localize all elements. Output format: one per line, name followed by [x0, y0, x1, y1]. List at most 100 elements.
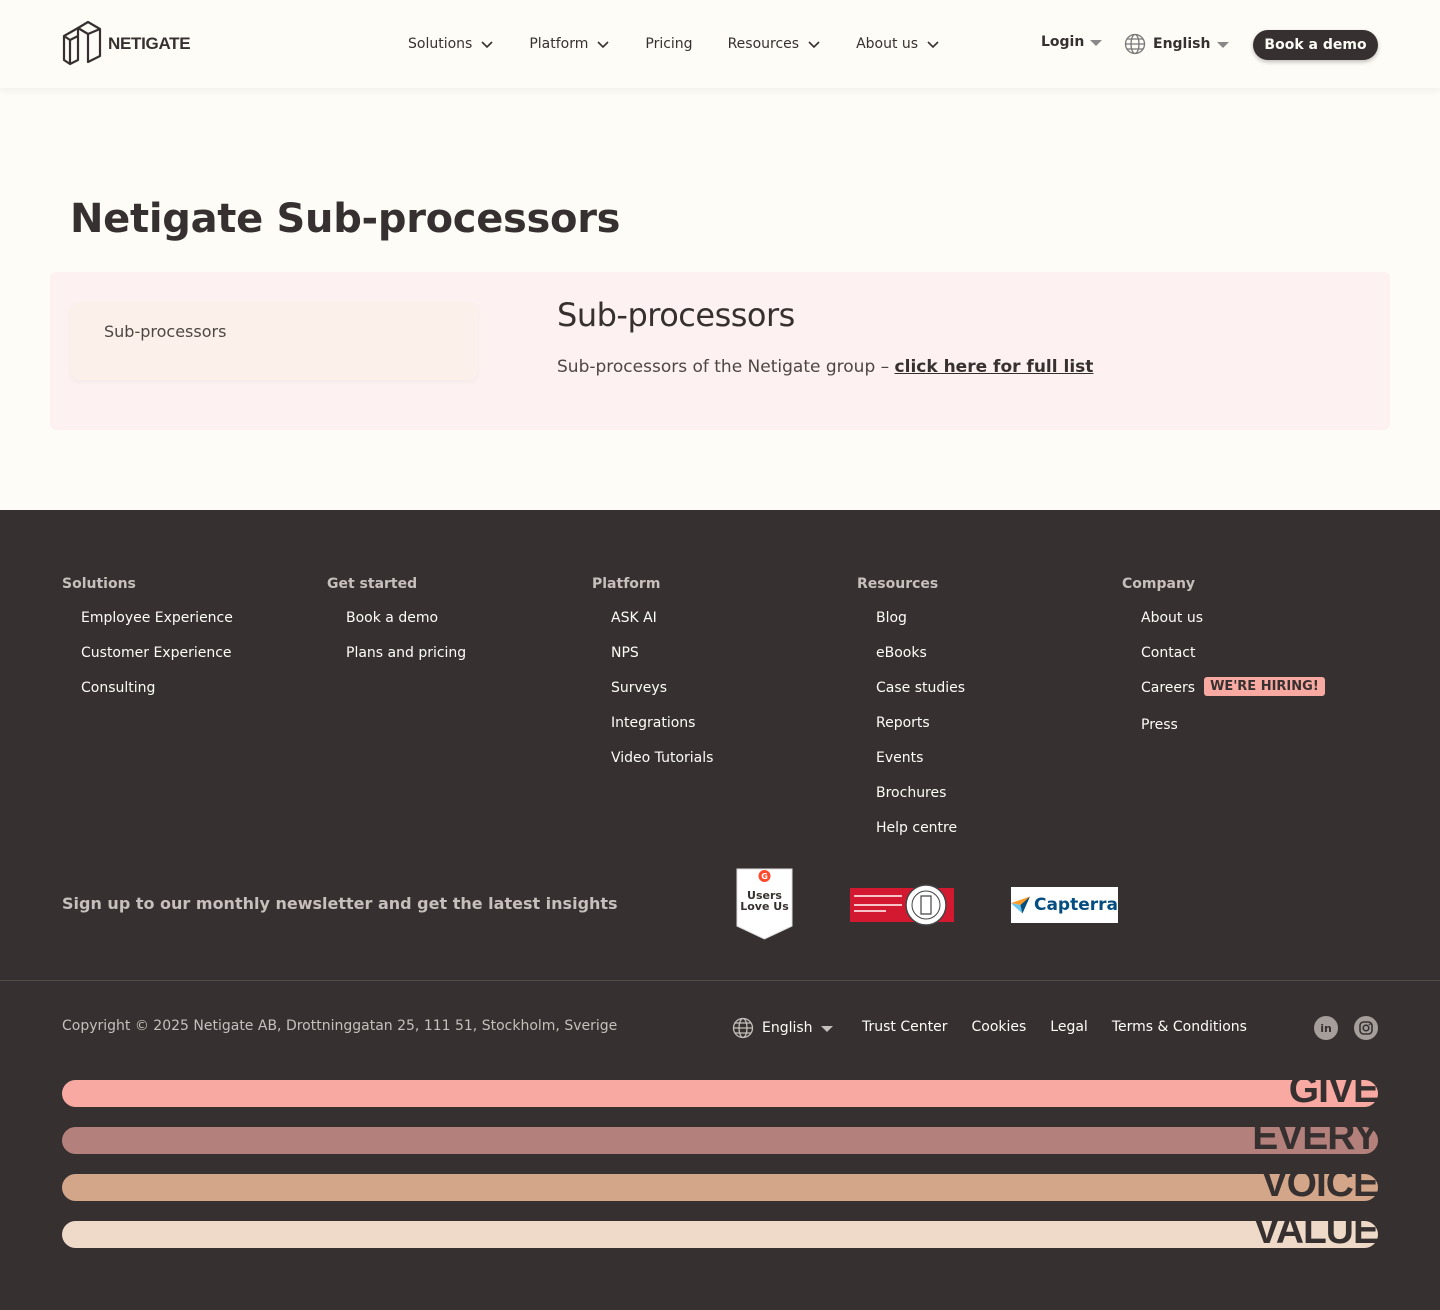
slogan-bar-give: GIVE	[62, 1070, 1379, 1110]
nav-label: Platform	[529, 36, 589, 52]
g2-badge-line2: Love Us	[740, 900, 789, 913]
footer-col-resources: Resources Blog eBooks Case studies Repor…	[857, 576, 965, 855]
section-text: Sub-processors of the Netigate group – c…	[557, 357, 1093, 377]
nav-label: Solutions	[408, 36, 473, 52]
slogan-word-give: GIVE	[1288, 1068, 1379, 1111]
footer-col-title: Get started	[327, 576, 418, 592]
footer-link[interactable]: Help centre	[876, 820, 965, 855]
main-nav: Solutions Platform Pricing Resources Abo…	[408, 0, 975, 88]
full-list-link[interactable]: click here for full list	[895, 357, 1094, 377]
slogan-word-every: EVERY	[1252, 1115, 1379, 1158]
footer-link[interactable]: Blog	[876, 610, 965, 645]
section-text-body: Sub-processors of the Netigate group –	[557, 357, 895, 377]
globe-icon	[1124, 33, 1146, 55]
chevron-down-icon	[927, 41, 939, 49]
footer-link[interactable]: ASK AI	[611, 610, 713, 645]
footer-link[interactable]: Video Tutorials	[611, 750, 713, 785]
capterra-arrow-icon	[1011, 896, 1030, 914]
instagram-glyph	[1359, 1021, 1373, 1035]
footer-col-title: Solutions	[62, 576, 136, 592]
nav-platform[interactable]: Platform	[529, 36, 610, 52]
footer-link[interactable]: NPS	[611, 645, 713, 680]
caret-down-icon	[820, 1026, 833, 1032]
footer-col-get-started: Get started Book a demo Plans and pricin…	[327, 576, 466, 680]
footer-link-careers[interactable]: Careers WE'RE HIRING!	[1141, 677, 1325, 717]
nav-solutions[interactable]: Solutions	[408, 36, 494, 52]
nav-label: Pricing	[645, 36, 693, 52]
login-dropdown[interactable]: Login	[1041, 34, 1103, 50]
nav-pricing[interactable]: Pricing	[645, 36, 692, 52]
footer-language-label: English	[762, 1020, 813, 1036]
footer-col-solutions: Solutions Employee Experience Customer E…	[62, 576, 233, 715]
site-footer: Solutions Employee Experience Customer E…	[0, 510, 1440, 1310]
footer-link[interactable]: Reports	[876, 715, 965, 750]
slogan-word-value: VALUE	[1253, 1209, 1379, 1252]
nav-about-us[interactable]: About us	[856, 36, 940, 52]
chevron-down-icon	[481, 41, 493, 49]
slogan-bar-value: VALUE	[62, 1211, 1379, 1251]
site-header: NETIGATE Solutions Platform Pricing Reso…	[0, 0, 1440, 88]
g2-users-love-us-badge: G Users Love Us	[736, 868, 793, 940]
footer-link[interactable]: Brochures	[876, 785, 965, 820]
caret-down-icon	[1217, 42, 1230, 48]
linkedin-icon[interactable]: in	[1314, 1016, 1338, 1040]
footer-link[interactable]: Employee Experience	[81, 610, 233, 645]
content-panel: Sub-processors Sub-processors Sub-proces…	[50, 272, 1390, 430]
section-title: Sub-processors	[557, 296, 795, 334]
caret-down-icon	[1090, 40, 1103, 46]
copyright-text: Copyright © 2025 Netigate AB, Drottningg…	[62, 1018, 618, 1034]
svg-text:G: G	[761, 872, 768, 881]
footer-link[interactable]: Press	[1141, 717, 1325, 752]
footer-language-selector[interactable]: English	[732, 1017, 833, 1039]
slogan-bars: GIVE EVERY VOICE VALUE	[62, 1070, 1379, 1268]
linkedin-label: in	[1320, 1021, 1332, 1035]
footer-divider	[0, 980, 1440, 981]
footer-link[interactable]: Contact	[1141, 645, 1325, 680]
slogan-bar-voice: VOICE	[62, 1164, 1379, 1204]
footer-link[interactable]: Customer Experience	[81, 645, 233, 680]
hiring-badge: WE'RE HIRING!	[1204, 677, 1325, 696]
capterra-badge: Capterra	[1011, 887, 1118, 923]
nav-label: Resources	[727, 36, 800, 52]
instagram-icon[interactable]	[1354, 1016, 1378, 1040]
page-title: Netigate Sub-processors	[70, 196, 621, 242]
chevron-down-icon	[808, 41, 820, 49]
footer-link[interactable]: Consulting	[81, 680, 233, 715]
footer-link-trust-center[interactable]: Trust Center	[862, 1019, 947, 1035]
footer-link-legal[interactable]: Legal	[1050, 1019, 1088, 1035]
footer-link[interactable]: Book a demo	[346, 610, 466, 645]
logo-text: NETIGATE	[108, 34, 191, 53]
side-menu: Sub-processors	[70, 302, 478, 380]
footer-col-title: Platform	[592, 576, 661, 592]
bureau-veritas-badge	[850, 884, 954, 926]
nav-resources[interactable]: Resources	[728, 36, 822, 52]
footer-link[interactable]: eBooks	[876, 645, 965, 680]
side-menu-item-sub-processors[interactable]: Sub-processors	[104, 322, 226, 341]
footer-col-platform: Platform ASK AI NPS Surveys Integrations…	[592, 576, 713, 785]
globe-icon	[732, 1017, 754, 1039]
footer-col-company: Company About us Contact Careers WE'RE H…	[1122, 576, 1325, 752]
slogan-word-voice: VOICE	[1261, 1162, 1379, 1205]
language-label: English	[1153, 36, 1211, 52]
language-selector[interactable]: English	[1124, 33, 1230, 55]
footer-link[interactable]: Integrations	[611, 715, 713, 750]
footer-col-title: Company	[1122, 576, 1196, 592]
footer-link[interactable]: Case studies	[876, 680, 965, 715]
chevron-down-icon	[597, 41, 609, 49]
footer-link[interactable]: About us	[1141, 610, 1325, 645]
footer-link-terms[interactable]: Terms & Conditions	[1112, 1019, 1247, 1035]
footer-legal-links: Trust Center Cookies Legal Terms & Condi…	[862, 1019, 1247, 1035]
newsletter-text[interactable]: Sign up to our monthly newsletter and ge…	[62, 894, 618, 913]
slogan-bar-every: EVERY	[62, 1117, 1379, 1157]
footer-link[interactable]: Surveys	[611, 680, 713, 715]
book-demo-button[interactable]: Book a demo	[1253, 30, 1378, 60]
footer-link[interactable]: Plans and pricing	[346, 645, 466, 680]
footer-link-cookies[interactable]: Cookies	[971, 1019, 1026, 1035]
nav-label: About us	[856, 36, 919, 52]
capterra-label: Capterra	[1033, 895, 1118, 915]
netigate-logo-icon	[62, 20, 102, 66]
login-label: Login	[1041, 34, 1085, 50]
netigate-logo[interactable]: NETIGATE	[62, 20, 191, 68]
footer-link[interactable]: Events	[876, 750, 965, 785]
careers-label: Careers	[1141, 680, 1196, 696]
